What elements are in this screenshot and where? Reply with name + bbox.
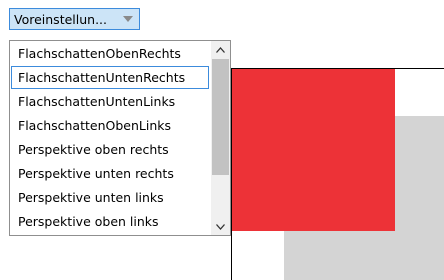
presets-dropdown-button[interactable]: Voreinstellun...: [9, 8, 140, 30]
scroll-down-button[interactable]: [211, 218, 230, 235]
list-item-perspektive-oben-rechts[interactable]: Perspektive oben rechts: [11, 138, 209, 161]
shadow-preview: [231, 68, 444, 280]
preview-shape: [232, 69, 395, 231]
list-item-flachschatten-oben-links[interactable]: FlachschattenObenLinks: [11, 114, 209, 137]
scroll-up-button[interactable]: [211, 41, 230, 58]
chevron-down-icon: [123, 16, 133, 22]
list-item-perspektive-unten-rechts[interactable]: Perspektive unten rechts: [11, 162, 209, 185]
list-item-perspektive-oben-links[interactable]: Perspektive oben links: [11, 210, 209, 233]
list-item-flachschatten-unten-rechts[interactable]: FlachschattenUntenRechts: [11, 66, 209, 89]
presets-dropdown-list: FlachschattenObenRechts FlachschattenUnt…: [9, 40, 231, 236]
scrollbar-thumb[interactable]: [212, 59, 229, 175]
list-scrollbar[interactable]: [211, 41, 230, 235]
shadow-presets-panel: Voreinstellun... FlachschattenObenRechts…: [0, 0, 444, 280]
list-item-flachschatten-oben-rechts[interactable]: FlachschattenObenRechts: [11, 42, 209, 65]
chevron-down-icon: [216, 223, 225, 230]
list-item-perspektive-unten-links[interactable]: Perspektive unten links: [11, 186, 209, 209]
list-item-flachschatten-unten-links[interactable]: FlachschattenUntenLinks: [11, 90, 209, 113]
chevron-up-icon: [216, 46, 225, 53]
presets-list-items: FlachschattenObenRechts FlachschattenUnt…: [10, 41, 210, 233]
presets-dropdown-label: Voreinstellun...: [14, 11, 107, 27]
